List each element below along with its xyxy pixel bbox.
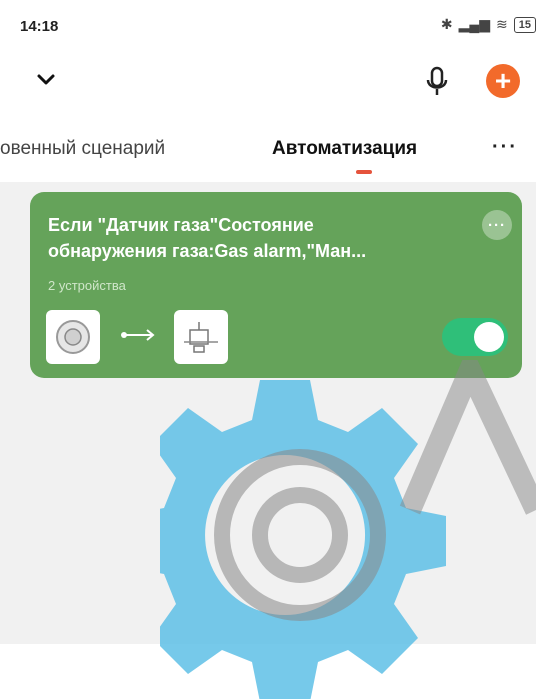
wifi-icon: ≋ — [496, 16, 508, 32]
gas-sensor-device-icon — [46, 310, 100, 364]
watermark-logo — [160, 360, 536, 699]
automation-toggle[interactable] — [442, 318, 508, 356]
add-button[interactable]: + — [486, 64, 520, 98]
card-more-button[interactable]: ··· — [482, 210, 512, 240]
arrow-right-icon — [121, 329, 155, 341]
status-icons: ✱ ▂▄▆ ≋ 15 — [441, 16, 536, 33]
chevron-down-icon[interactable] — [34, 68, 58, 92]
tab-smart-scenario[interactable]: овенный сценарий — [0, 138, 165, 160]
battery-icon: 15 — [513, 16, 536, 33]
status-time: 14:18 — [20, 18, 59, 35]
status-bar: 14:18 ✱ ▂▄▆ ≋ 15 — [0, 0, 536, 56]
tab-more-button[interactable]: ··· — [492, 136, 518, 159]
toggle-knob — [474, 322, 504, 352]
automation-title-line2: обнаружения газа:Gas alarm,"Ман... — [48, 241, 367, 261]
automation-title-line1: Если "Датчик газа"Состояние — [48, 215, 314, 235]
automation-title: Если "Датчик газа"Состояние обнаружения … — [48, 212, 468, 264]
device-count: 2 устройства — [48, 278, 126, 293]
active-tab-indicator — [356, 170, 372, 174]
tab-bar: овенный сценарий Автоматизация ··· — [0, 118, 536, 182]
microphone-icon[interactable] — [422, 64, 452, 98]
signal-icon: ▂▄▆ — [458, 16, 491, 32]
bluetooth-icon: ✱ — [440, 16, 453, 32]
top-bar: + — [0, 56, 536, 108]
automation-card[interactable]: Если "Датчик газа"Состояние обнаружения … — [30, 192, 522, 378]
tab-automation[interactable]: Автоматизация — [272, 138, 417, 160]
valve-manipulator-device-icon — [174, 310, 228, 364]
